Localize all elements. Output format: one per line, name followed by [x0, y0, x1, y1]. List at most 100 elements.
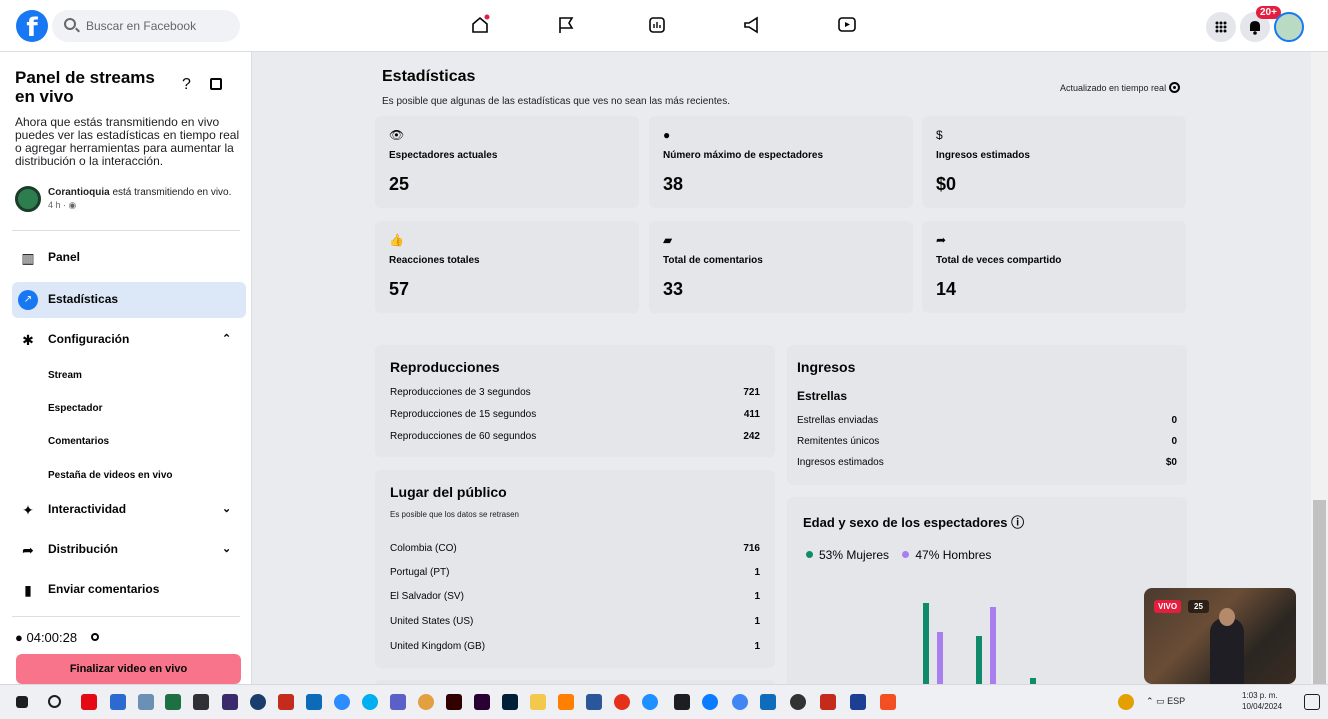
- obs-icon[interactable]: [790, 694, 806, 710]
- sidebar-item-interactividad[interactable]: ✦ Interactividad ⌄: [12, 492, 246, 528]
- columns-icon: ▥: [21, 250, 35, 266]
- sidebar-item-distribucion[interactable]: ➦ Distribución ⌄: [12, 532, 246, 568]
- app-icon[interactable]: [760, 694, 776, 710]
- sidebar-item-estadisticas[interactable]: ↗ Estadísticas: [12, 282, 246, 318]
- lugar-publico-card: Lugar del público Es posible que los dat…: [375, 470, 775, 668]
- mail-icon[interactable]: [306, 694, 322, 710]
- pin-icon: ●: [663, 128, 671, 142]
- app-icon[interactable]: [880, 694, 896, 710]
- country-label: United States (US): [390, 616, 474, 627]
- card-title: Edad y sexo de los espectadores ⓘ: [803, 512, 1024, 531]
- network-icon[interactable]: ▭: [1156, 696, 1165, 706]
- insights-icon[interactable]: [646, 14, 668, 36]
- metric-row: Reproducciones de 3 segundos 721: [390, 387, 760, 398]
- app-icon[interactable]: [110, 694, 126, 710]
- search-icon[interactable]: [48, 695, 61, 708]
- skype-icon[interactable]: [362, 694, 378, 710]
- share-arrow-icon: ➦: [22, 542, 34, 558]
- country-value: 1: [754, 616, 760, 627]
- app-icon[interactable]: [702, 694, 718, 710]
- metric-label: Remitentes únicos: [797, 436, 880, 447]
- system-tray[interactable]: ⌃ ▭ ESP: [1146, 696, 1185, 707]
- word-icon[interactable]: [586, 694, 602, 710]
- scrollbar[interactable]: [1311, 52, 1328, 719]
- stat-label: Espectadores actuales: [389, 150, 498, 161]
- facebook-logo[interactable]: f: [16, 10, 48, 43]
- divider: [12, 230, 240, 231]
- search-input[interactable]: Buscar en Facebook: [52, 10, 240, 42]
- country-label: United Kingdom (GB): [390, 641, 486, 652]
- app-icon[interactable]: [418, 694, 434, 710]
- page-name[interactable]: Corantioquia: [48, 187, 110, 198]
- profile-avatar[interactable]: [1274, 12, 1304, 42]
- country-label: Portugal (PT): [390, 567, 450, 578]
- metric-row: Reproducciones de 15 segundos 411: [390, 409, 760, 420]
- clock-date: 10/04/2024: [1242, 702, 1283, 711]
- help-icon[interactable]: ?: [182, 76, 191, 94]
- teams-icon[interactable]: [390, 694, 406, 710]
- collapse-panel-icon[interactable]: [210, 78, 222, 90]
- gender-legend: 53% Mujeres 47% Hombres: [806, 548, 991, 562]
- steam-icon[interactable]: [250, 694, 266, 710]
- system-clock[interactable]: 1:03 p. m. 10/04/2024: [1242, 690, 1282, 712]
- ndi-icon[interactable]: [850, 694, 866, 710]
- calculator-icon[interactable]: [138, 694, 154, 710]
- page-avatar[interactable]: [15, 186, 41, 212]
- app-icon[interactable]: [820, 694, 836, 710]
- chart-line-icon: ↗: [18, 290, 38, 310]
- sidebar-subitem-espectador[interactable]: Espectador: [48, 403, 102, 414]
- megaphone-icon[interactable]: [741, 14, 763, 36]
- metric-row: Estrellas enviadas 0: [797, 415, 1177, 426]
- notifications-icon[interactable]: [1304, 694, 1320, 710]
- eye-icon: 👁: [389, 128, 405, 142]
- epic-games-icon[interactable]: [193, 694, 209, 710]
- tray-chevron-icon[interactable]: ⌃: [1146, 696, 1154, 706]
- search-placeholder: Buscar en Facebook: [86, 19, 197, 33]
- edad-sexo-card: Edad y sexo de los espectadores ⓘ: [787, 497, 1187, 697]
- chrome-icon[interactable]: [732, 694, 748, 710]
- vlc-icon[interactable]: [558, 694, 574, 710]
- edge-icon[interactable]: [642, 694, 658, 710]
- search-icon: [64, 18, 76, 30]
- realtime-indicator: Actualizado en tiempo real: [1060, 82, 1181, 93]
- after-effects-icon[interactable]: [222, 694, 238, 710]
- country-value: 1: [754, 641, 760, 652]
- sidebar-subitem-pestana[interactable]: Pestaña de videos en vivo: [48, 470, 173, 481]
- comment-icon: ▰: [663, 233, 673, 247]
- opera-icon[interactable]: [614, 694, 630, 710]
- windows-start-icon[interactable]: [16, 696, 28, 708]
- zoom-icon[interactable]: [334, 694, 350, 710]
- sidebar-item-panel[interactable]: ▥ Panel: [12, 240, 246, 276]
- chevron-down-icon: ⌄: [222, 503, 232, 515]
- file-explorer-icon[interactable]: [530, 694, 546, 710]
- sidebar-subitem-comentarios[interactable]: Comentarios: [48, 436, 109, 447]
- illustrator-icon[interactable]: [446, 694, 462, 710]
- app-icon[interactable]: [674, 694, 690, 710]
- sidebar-subitem-stream[interactable]: Stream: [48, 370, 82, 381]
- flag-icon[interactable]: [555, 14, 577, 36]
- women-label: 53% Mujeres: [819, 548, 890, 562]
- weather-icon[interactable]: [1118, 694, 1134, 710]
- stat-card-comments: ▰ Total de comentarios 33: [649, 221, 913, 313]
- stat-card-max-viewers: ● Número máximo de espectadores 38: [649, 116, 913, 208]
- stat-label: Ingresos estimados: [936, 150, 1030, 161]
- video-icon[interactable]: [836, 14, 858, 36]
- excel-icon[interactable]: [165, 694, 181, 710]
- sidebar-item-configuracion[interactable]: ✱ Configuración ⌃: [12, 322, 246, 358]
- netflix-icon[interactable]: [81, 694, 97, 710]
- info-icon[interactable]: ⓘ: [1011, 515, 1024, 530]
- metric-value: 0: [1171, 415, 1177, 426]
- live-badge: VIVO: [1154, 600, 1182, 613]
- premiere-icon[interactable]: [474, 694, 490, 710]
- card-note: Es posible que los datos se retrasen: [390, 510, 519, 519]
- language-indicator[interactable]: ESP: [1167, 696, 1185, 706]
- menu-grid-icon[interactable]: [1206, 12, 1236, 42]
- end-live-video-button[interactable]: Finalizar video en vivo: [16, 654, 241, 684]
- card-title: Ingresos: [797, 359, 856, 375]
- thumbs-up-icon: 👍: [389, 233, 404, 247]
- home-icon[interactable]: [469, 14, 491, 36]
- photoshop-icon[interactable]: [502, 694, 518, 710]
- app-icon[interactable]: [278, 694, 294, 710]
- live-video-preview[interactable]: VIVO 25: [1144, 588, 1296, 684]
- sidebar-item-enviar-comentarios[interactable]: ▮ Enviar comentarios: [12, 572, 246, 608]
